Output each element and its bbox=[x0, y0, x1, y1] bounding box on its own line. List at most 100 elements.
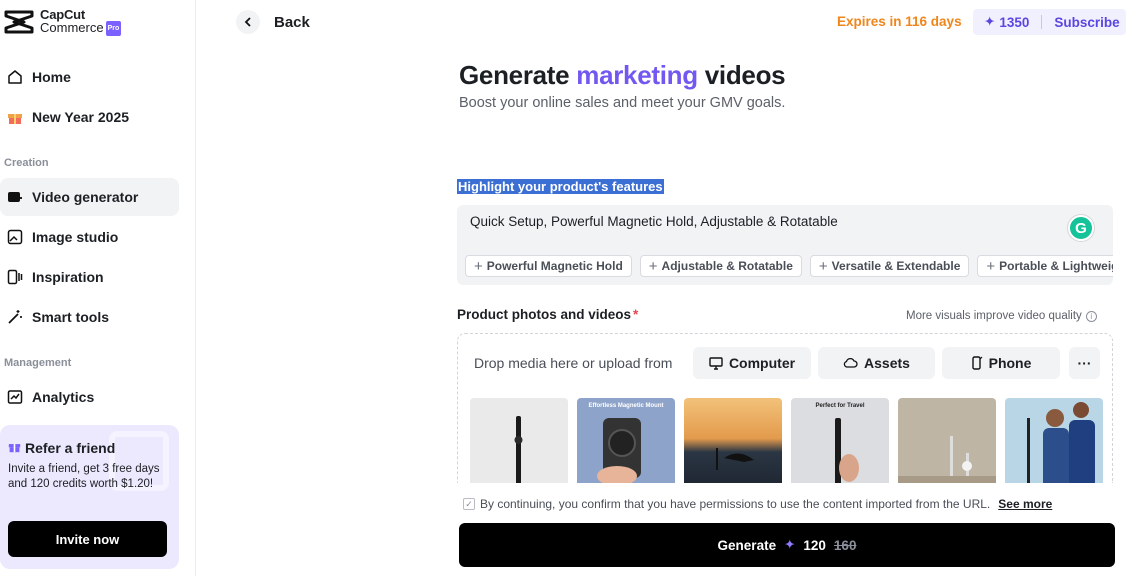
gift-icon bbox=[8, 440, 21, 456]
section-management: Management bbox=[4, 357, 72, 369]
gift-icon bbox=[6, 108, 24, 126]
generate-cost: 120 bbox=[803, 537, 826, 553]
media-label-text: Product photos and videos bbox=[457, 307, 632, 322]
sidebar-item-new-year[interactable]: New Year 2025 bbox=[0, 98, 179, 136]
upload-phone-button[interactable]: Phone bbox=[942, 347, 1060, 379]
more-visuals-text: More visuals improve video quality bbox=[906, 310, 1082, 322]
back-button[interactable]: Back bbox=[236, 10, 310, 34]
sidebar-item-label: Home bbox=[32, 69, 71, 85]
upload-button-label: Assets bbox=[864, 355, 910, 371]
image-studio-icon bbox=[6, 228, 24, 246]
generate-old-cost: 160 bbox=[833, 537, 857, 553]
sidebar-item-label: Smart tools bbox=[32, 309, 110, 325]
upload-computer-button[interactable]: Computer bbox=[693, 347, 811, 379]
sidebar-item-home[interactable]: Home bbox=[0, 58, 179, 96]
title-accent: marketing bbox=[576, 60, 698, 90]
sparkle-icon: ✦ bbox=[784, 537, 796, 552]
analytics-icon bbox=[6, 388, 24, 406]
sidebar-item-label: Video generator bbox=[32, 189, 139, 205]
video-generator-icon bbox=[6, 188, 24, 206]
sidebar-item-label: New Year 2025 bbox=[32, 109, 130, 125]
upload-button-label: Phone bbox=[988, 355, 1032, 371]
thumbnail-3[interactable] bbox=[684, 398, 782, 483]
sparkle-icon: ✦ bbox=[984, 14, 996, 29]
see-more-link[interactable]: See more bbox=[998, 497, 1052, 511]
features-label: Highlight your product's features bbox=[457, 179, 664, 194]
more-options-button[interactable]: ··· bbox=[1069, 347, 1100, 379]
plus-icon: + bbox=[648, 257, 658, 275]
consent-checkbox[interactable]: ✓ bbox=[463, 498, 475, 510]
phone-icon bbox=[971, 356, 983, 370]
monitor-icon bbox=[709, 356, 723, 370]
refer-a-friend-card: Refer a friend Invite a friend, get 3 fr… bbox=[0, 425, 179, 569]
title-part2: videos bbox=[704, 60, 786, 90]
capcut-commerce-logo[interactable]: CapCut Commerce Pro bbox=[4, 8, 122, 37]
home-icon bbox=[6, 68, 24, 86]
upload-assets-button[interactable]: Assets bbox=[818, 347, 935, 379]
sidebar-item-label: Image studio bbox=[32, 229, 119, 245]
thumbnail-5[interactable] bbox=[898, 398, 996, 483]
sidebar-item-video-generator[interactable]: Video generator bbox=[0, 178, 179, 216]
sidebar-item-image-studio[interactable]: Image studio bbox=[0, 218, 179, 256]
thumbnail-caption: Effortless Magnetic Mount bbox=[588, 403, 664, 409]
media-upload-area[interactable]: Drop media here or upload from Computer … bbox=[457, 333, 1113, 483]
capcut-logo-icon bbox=[4, 10, 34, 34]
required-marker: * bbox=[633, 307, 639, 322]
title-part1: Generate bbox=[459, 60, 570, 90]
plus-icon: + bbox=[818, 257, 828, 275]
chip-label: Portable & Lightweight bbox=[999, 259, 1113, 273]
credit-balance: 1350 bbox=[999, 14, 1030, 30]
back-label: Back bbox=[274, 13, 310, 31]
media-label: Product photos and videos * bbox=[457, 307, 638, 322]
sidebar-item-label: Analytics bbox=[32, 389, 95, 405]
refer-description: Invite a friend, get 3 free days and 120… bbox=[8, 463, 160, 490]
expiry-notice: Expires in 116 days bbox=[837, 14, 962, 29]
info-icon[interactable]: i bbox=[1085, 310, 1097, 322]
consent-text: By continuing, you confirm that you have… bbox=[480, 497, 991, 511]
upload-button-label: Computer bbox=[728, 355, 796, 371]
features-value[interactable]: Quick Setup, Powerful Magnetic Hold, Adj… bbox=[470, 214, 838, 229]
thumbnail-6[interactable] bbox=[1005, 398, 1103, 483]
credits-pill: ✦ 1350 Subscribe bbox=[973, 9, 1126, 35]
consent-row: ✓ By continuing, you confirm that you ha… bbox=[463, 497, 1052, 511]
section-creation: Creation bbox=[4, 157, 49, 169]
thumbnail-caption: Perfect for Travel bbox=[815, 403, 865, 409]
page-subtitle: Boost your online sales and meet your GM… bbox=[459, 95, 786, 111]
plus-icon: + bbox=[474, 257, 483, 275]
plus-icon: + bbox=[986, 257, 996, 275]
page-title: Generate marketing videos bbox=[459, 60, 786, 91]
thumbnail-1[interactable] bbox=[470, 398, 568, 483]
thumbnail-4[interactable]: Perfect for Travel bbox=[791, 398, 889, 483]
sidebar-item-analytics[interactable]: Analytics bbox=[0, 378, 179, 416]
refer-title: Refer a friend bbox=[25, 440, 116, 456]
feature-suggestions: + Powerful Magnetic Hold + Adjustable & Ro… bbox=[465, 255, 1113, 277]
generate-label: Generate bbox=[717, 537, 777, 553]
feature-chip[interactable]: + Powerful Magnetic Hold bbox=[465, 255, 632, 277]
grammarly-icon[interactable]: G bbox=[1068, 215, 1094, 241]
magic-wand-icon bbox=[6, 308, 24, 326]
sidebar-item-smart-tools[interactable]: Smart tools bbox=[0, 298, 179, 336]
chip-label: Powerful Magnetic Hold bbox=[486, 259, 623, 273]
inspiration-icon bbox=[6, 268, 24, 286]
ellipsis-icon: ··· bbox=[1077, 355, 1092, 371]
chip-label: Versatile & Extendable bbox=[831, 259, 961, 273]
generate-button[interactable]: Generate ✦ 120 160 bbox=[459, 523, 1115, 567]
media-thumbnails: Effortless Magnetic Mount Perfect for Tr… bbox=[470, 398, 1103, 483]
chip-label: Adjustable & Rotatable bbox=[661, 259, 793, 273]
features-input[interactable]: Quick Setup, Powerful Magnetic Hold, Adj… bbox=[457, 205, 1113, 285]
subscribe-link[interactable]: Subscribe bbox=[1054, 15, 1119, 30]
drop-text: Drop media here or upload from bbox=[474, 355, 673, 371]
feature-chip[interactable]: + Adjustable & Rotatable bbox=[639, 255, 802, 277]
sidebar-item-inspiration[interactable]: Inspiration bbox=[0, 258, 179, 296]
sidebar-item-label: Inspiration bbox=[32, 269, 104, 285]
logo-line2: Commerce bbox=[40, 20, 104, 35]
cloud-icon bbox=[843, 357, 858, 368]
feature-chip[interactable]: + Versatile & Extendable bbox=[809, 255, 970, 277]
feature-chip[interactable]: +Portable & Lightweight bbox=[977, 255, 1113, 277]
more-visuals-hint: More visuals improve video quality i bbox=[906, 310, 1097, 322]
thumbnail-2[interactable]: Effortless Magnetic Mount bbox=[577, 398, 675, 483]
chevron-left-icon bbox=[236, 10, 260, 34]
invite-now-button[interactable]: Invite now bbox=[8, 521, 167, 557]
pro-badge: Pro bbox=[105, 21, 122, 37]
sidebar: CapCut Commerce Pro Home New Year 2025 Cr… bbox=[0, 0, 196, 576]
